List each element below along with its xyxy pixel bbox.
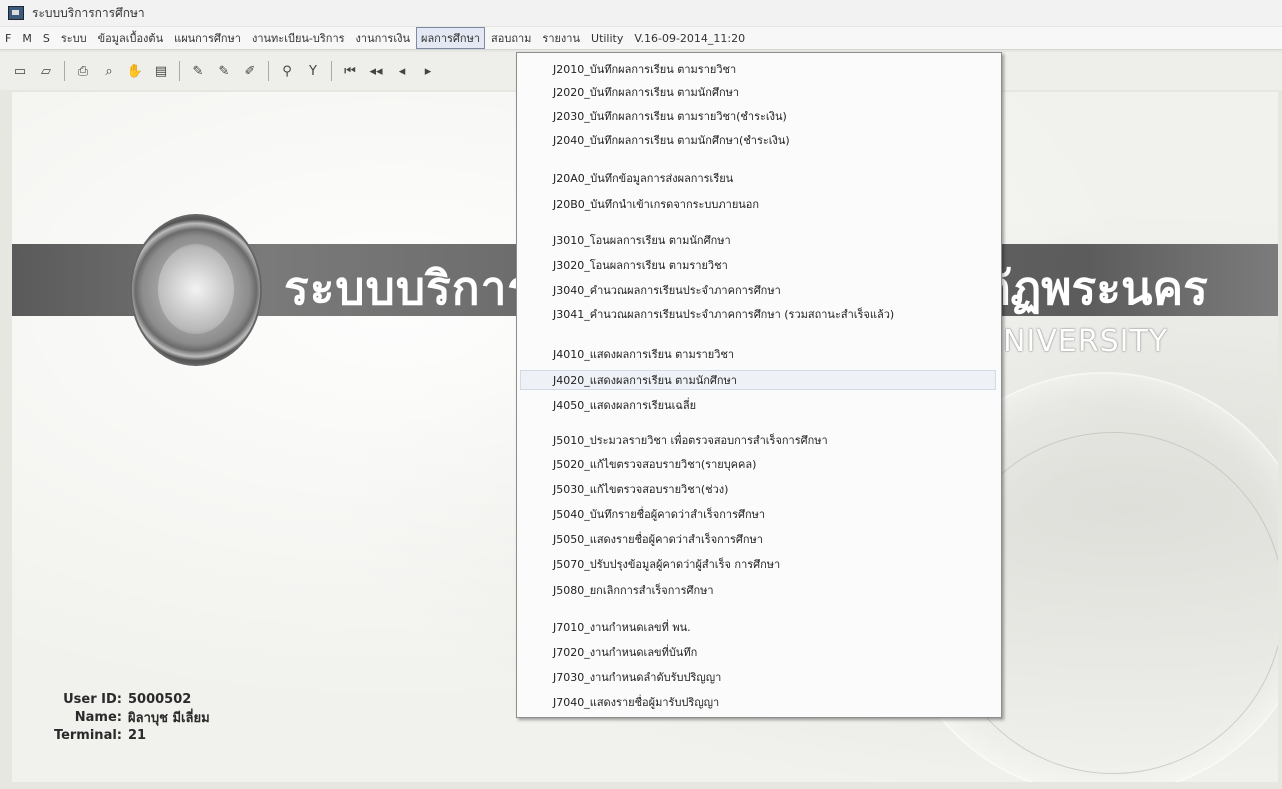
menu-item[interactable]: ระบบ [56, 27, 92, 49]
menu-item[interactable]: J20A0_บันทึกข้อมูลการส่งผลการเรียน [553, 169, 733, 187]
user-info-panel: User ID: 5000502 Name: ผิลาบุช มีเลี่ยม Te… [34, 690, 210, 744]
menu-item[interactable]: J5010_ประมวลรายวิชา เพื่อตรวจสอบการสำเร็… [553, 431, 828, 449]
menu-item[interactable]: J7030_งานกำหนดลำดับรับปริญญา [553, 668, 721, 686]
prev-page-icon[interactable]: ◂◂ [368, 62, 384, 80]
menu-item[interactable]: J2040_บันทึกผลการเรียน ตามนักศึกษา(ชำระเ… [553, 131, 790, 149]
menu-item[interactable]: J5070_ปรับปรุงข้อมูลผู้คาดว่าผู้สำเร็จ ก… [553, 555, 780, 573]
menu-item[interactable]: J3040_คำนวณผลการเรียนประจำภาคการศึกษา [553, 281, 781, 299]
title-bar: ระบบบริการการศึกษา [0, 0, 1282, 26]
university-text: UNIVERSITY [980, 324, 1169, 359]
menu-item[interactable]: สอบถาม [486, 27, 536, 49]
edit-alt-icon[interactable]: ✐ [242, 62, 258, 80]
open-file-icon[interactable]: ▱ [38, 62, 54, 80]
menu-item[interactable]: J5020_แก้ไขตรวจสอบรายวิชา(รายบุคคล) [553, 455, 756, 473]
toolbar-separator [64, 61, 65, 81]
filter-icon[interactable]: Y [305, 62, 321, 80]
menu-item[interactable]: J20B0_บันทึกนำเข้าเกรดจากระบบภายนอก [553, 195, 759, 213]
menu-item[interactable]: แผนการศึกษา [169, 27, 246, 49]
banner-title-left: ระบบบริการ [284, 261, 534, 315]
menu-item[interactable]: J5030_แก้ไขตรวจสอบรายวิชา(ช่วง) [553, 480, 728, 498]
window-title: ระบบบริการการศึกษา [32, 5, 145, 20]
open-folder-icon[interactable]: ▭ [12, 62, 28, 80]
menu-item[interactable]: J2020_บันทึกผลการเรียน ตามนักศึกษา [553, 83, 739, 101]
menu-item-active[interactable]: ผลการศึกษา [416, 27, 486, 49]
menu-item[interactable]: J2010_บันทึกผลการเรียน ตามรายวิชา [553, 60, 736, 78]
user-id-label: User ID: [63, 691, 122, 707]
user-id-value: 5000502 [128, 691, 192, 707]
menu-item[interactable]: F [0, 30, 16, 47]
terminal-label: Terminal: [53, 727, 122, 743]
app-icon[interactable] [8, 6, 24, 20]
menu-item[interactable]: J3041_คำนวณผลการเรียนประจำภาคการศึกษา (ร… [553, 305, 894, 323]
toolbar-separator [268, 61, 269, 81]
menu-item[interactable]: J5080_ยกเลิกการสำเร็จการศึกษา [553, 581, 714, 599]
edit-add-icon[interactable]: ✎ [216, 62, 232, 80]
menu-item[interactable]: งานทะเบียน-บริการ [247, 27, 350, 49]
first-record-icon[interactable]: ⏮ [342, 62, 358, 80]
toolbar-separator [179, 61, 180, 81]
menu-item[interactable]: J3010_โอนผลการเรียน ตามนักศึกษา [553, 231, 731, 249]
hand-icon[interactable]: ✋ [127, 62, 143, 80]
name-label: Name: [74, 709, 122, 725]
menu-item[interactable]: S [38, 30, 55, 47]
menu-item[interactable]: J2030_บันทึกผลการเรียน ตามรายวิชา(ชำระเง… [553, 107, 787, 125]
binoculars-icon[interactable]: ⚲ [279, 62, 295, 80]
menu-item[interactable]: J4010_แสดงผลการเรียน ตามรายวิชา [553, 345, 734, 363]
name-value: ผิลาบุช มีเลี่ยม [128, 710, 210, 726]
results-dropdown-menu: J2010_บันทึกผลการเรียน ตามรายวิชา J2020_… [516, 52, 1002, 718]
toolbar-separator [331, 61, 332, 81]
menu-bar: F M S ระบบ ข้อมูลเบื้องต้น แผนการศึกษา ง… [0, 27, 1282, 50]
preview-icon[interactable]: ⌕ [101, 62, 117, 80]
menu-item-highlighted[interactable]: J4020_แสดงผลการเรียน ตามนักศึกษา [553, 371, 737, 389]
document-icon[interactable]: ▤ [153, 62, 169, 80]
menu-item[interactable]: J5050_แสดงรายชื่อผู้คาดว่าสำเร็จการศึกษา [553, 530, 763, 548]
next-record-icon[interactable]: ▸ [420, 62, 436, 80]
university-seal-logo [130, 214, 262, 366]
menu-item[interactable]: M [17, 30, 37, 47]
menu-item[interactable]: งานการเงิน [351, 27, 415, 49]
menu-item[interactable]: รายงาน [537, 27, 585, 49]
prev-record-icon[interactable]: ◂ [394, 62, 410, 80]
menu-item[interactable]: Utility [586, 30, 628, 47]
version-label: V.16-09-2014_11:20 [634, 31, 746, 45]
terminal-value: 21 [128, 727, 147, 743]
edit-icon[interactable]: ✎ [190, 62, 206, 80]
menu-item[interactable]: J7020_งานกำหนดเลขที่บันทึก [553, 643, 697, 661]
menu-item[interactable]: J7010_งานกำหนดเลขที่ พน. [553, 618, 691, 636]
menu-item[interactable]: J5040_บันทึกรายชื่อผู้คาดว่าสำเร็จการศึก… [553, 505, 765, 523]
print-icon[interactable]: ⎙ [75, 62, 91, 80]
menu-item[interactable]: J4050_แสดงผลการเรียนเฉลี่ย [553, 396, 696, 414]
menu-item[interactable]: ข้อมูลเบื้องต้น [93, 27, 169, 49]
menu-item[interactable]: J7040_แสดงรายชื่อผู้มารับปริญญา [553, 693, 719, 711]
banner-title-right: ภัฏพระนคร [980, 261, 1208, 315]
menu-item[interactable]: J3020_โอนผลการเรียน ตามรายวิชา [553, 256, 728, 274]
